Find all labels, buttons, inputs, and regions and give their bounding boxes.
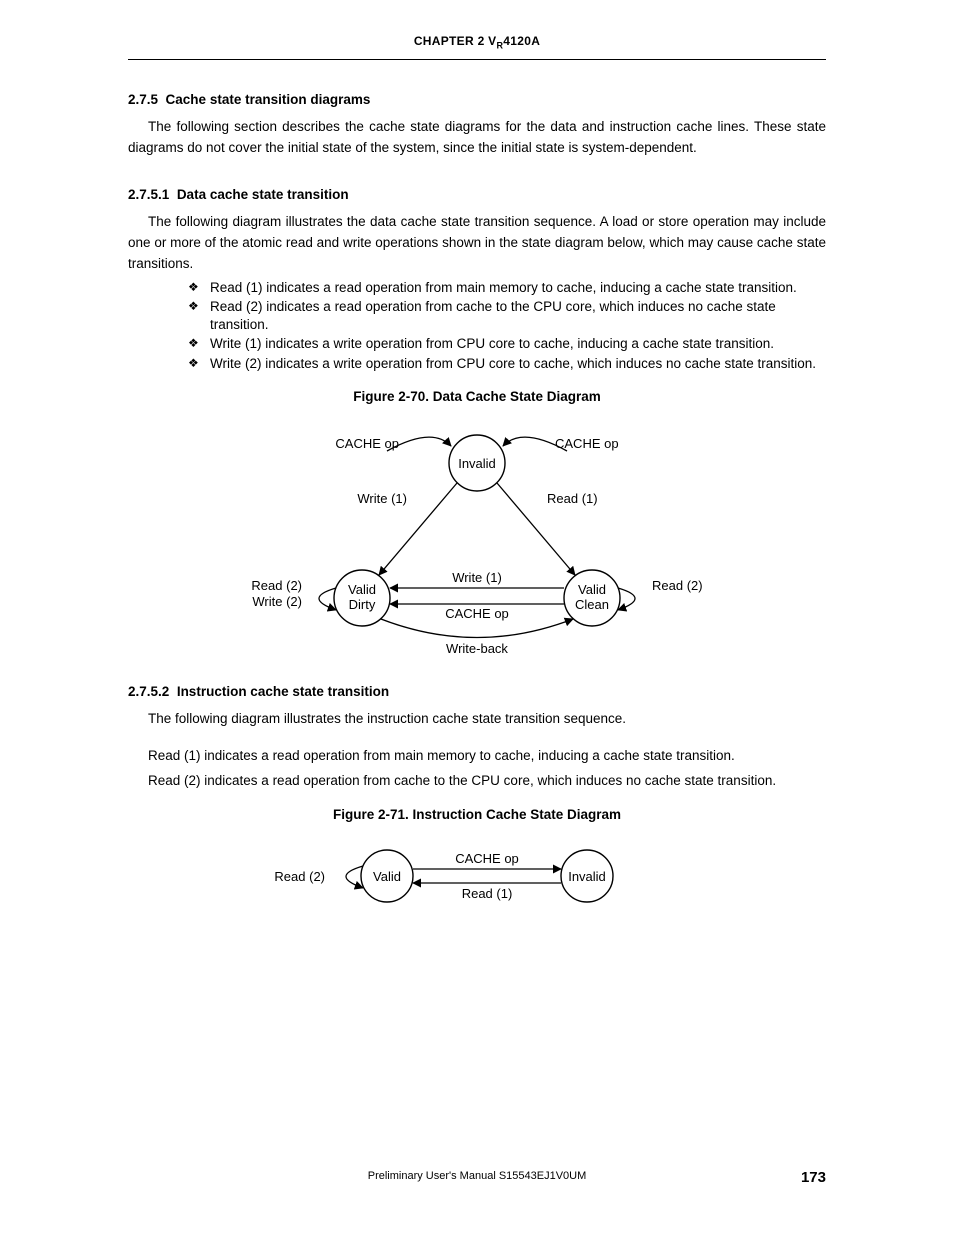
figure-70: Invalid Valid Dirty Valid Clean CACHE op…	[247, 418, 707, 658]
footer: Preliminary User's Manual S15543EJ1V0UM …	[128, 1168, 826, 1185]
state-valid-clean-1: Valid	[578, 582, 606, 597]
para-2752: The following diagram illustrates the in…	[128, 709, 826, 730]
para-2752-r2: Read (2) indicates a read operation from…	[128, 771, 826, 792]
figure-70-title: Figure 2-70. Data Cache State Diagram	[128, 387, 826, 408]
svg-text:Write-back: Write-back	[446, 641, 508, 656]
figure-71-title: Figure 2-71. Instruction Cache State Dia…	[128, 805, 826, 826]
bullet-list: Read (1) indicates a read operation from…	[188, 279, 826, 373]
page-body: CHAPTER 2 VR4120A 2.7.5 Cache state tran…	[128, 32, 826, 916]
state-valid-dirty-1: Valid	[348, 582, 376, 597]
svg-text:CACHE op: CACHE op	[555, 436, 619, 451]
heading-2752: 2.7.5.2 Instruction cache state transiti…	[128, 682, 826, 703]
footer-text: Preliminary User's Manual S15543EJ1V0UM	[368, 1170, 587, 1182]
para-2752-r1: Read (1) indicates a read operation from…	[128, 746, 826, 767]
heading-2751: 2.7.5.1 Data cache state transition	[128, 185, 826, 206]
svg-text:Read (1): Read (1)	[547, 491, 598, 506]
svg-text:Read (2): Read (2)	[652, 578, 703, 593]
state-invalid: Invalid	[568, 869, 606, 884]
heading-275: 2.7.5 Cache state transition diagrams	[128, 90, 826, 111]
state-valid: Valid	[373, 869, 401, 884]
list-item: Write (1) indicates a write operation fr…	[188, 335, 826, 353]
svg-text:Read (2): Read (2)	[274, 869, 325, 884]
svg-text:CACHE op: CACHE op	[335, 436, 399, 451]
state-valid-dirty-2: Dirty	[349, 597, 376, 612]
list-item: Write (2) indicates a write operation fr…	[188, 355, 826, 373]
list-item: Read (2) indicates a read operation from…	[188, 298, 826, 334]
chapter-label: CHAPTER 2 V	[414, 34, 497, 48]
list-item: Read (1) indicates a read operation from…	[188, 279, 826, 297]
figure-71: Valid Invalid CACHE op Read (1) Read (2)	[267, 836, 687, 916]
svg-text:Read (2): Read (2)	[251, 578, 302, 593]
state-invalid: Invalid	[458, 456, 496, 471]
svg-text:Write (2): Write (2)	[252, 594, 302, 609]
chapter-tail: 4120A	[503, 34, 540, 48]
page-number: 173	[801, 1166, 826, 1189]
svg-text:Write (1): Write (1)	[357, 491, 407, 506]
svg-text:CACHE op: CACHE op	[445, 606, 509, 621]
svg-text:Write (1): Write (1)	[452, 570, 502, 585]
state-valid-clean-2: Clean	[575, 597, 609, 612]
svg-text:CACHE op: CACHE op	[455, 851, 519, 866]
para-275: The following section describes the cach…	[128, 117, 826, 159]
running-header: CHAPTER 2 VR4120A	[128, 32, 826, 60]
para-2751: The following diagram illustrates the da…	[128, 212, 826, 275]
svg-text:Read (1): Read (1)	[462, 886, 513, 901]
